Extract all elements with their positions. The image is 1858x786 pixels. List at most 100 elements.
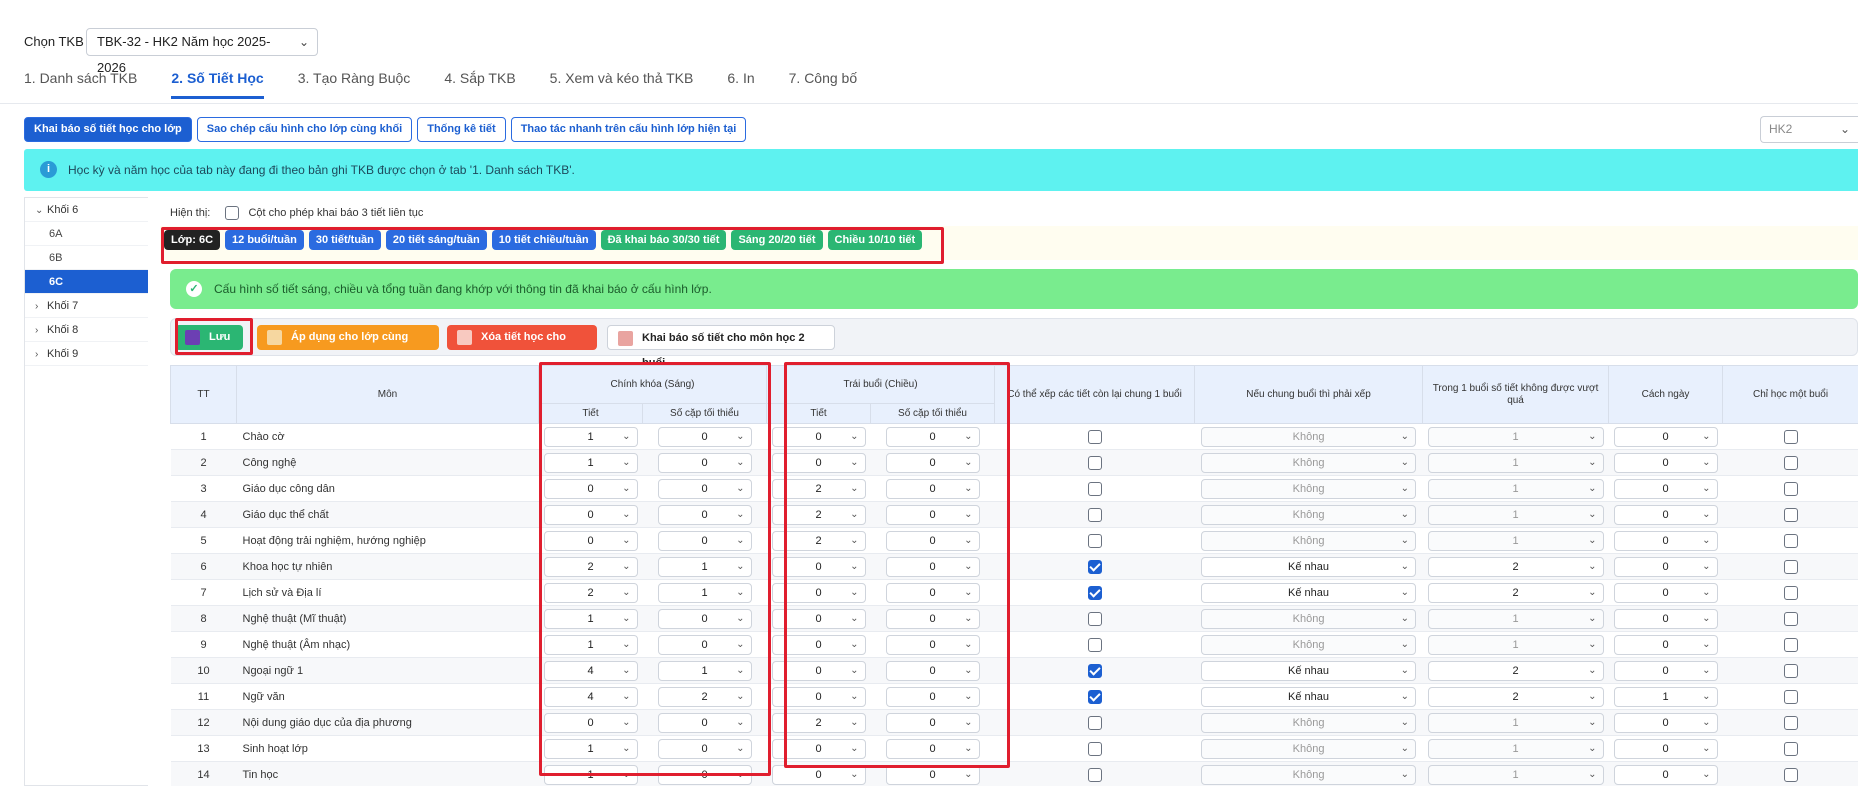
tab-sap-tkb[interactable]: 4. Sắp TKB [444, 70, 515, 99]
delete-periods-button[interactable]: Xóa tiết học cho lớp [447, 325, 597, 368]
same-session-checkbox[interactable] [1087, 663, 1102, 678]
subtab-thong-ke[interactable]: Thống kê tiết [417, 117, 506, 142]
cell [994, 475, 1195, 502]
tab-so-tiet-hoc[interactable]: 2. Số Tiết Học [171, 70, 264, 99]
same-session-checkbox[interactable] [1087, 533, 1102, 548]
same-session-checkbox[interactable] [1087, 689, 1102, 704]
single-session-checkbox[interactable] [1783, 481, 1798, 496]
max-periods-select[interactable]: 1 ⌄ [1427, 738, 1604, 759]
tree-item-khoi-6[interactable]: ⌄ Khối 6 [25, 198, 148, 222]
tab-tao-rang-buoc[interactable]: 3. Tạo Ràng Buộc [298, 70, 411, 99]
arrangement-select[interactable]: Kế nhau ⌄ [1201, 686, 1417, 707]
single-session-checkbox[interactable] [1783, 507, 1798, 522]
same-session-checkbox[interactable] [1087, 507, 1102, 522]
same-session-checkbox[interactable] [1087, 637, 1102, 652]
single-session-checkbox[interactable] [1783, 637, 1798, 652]
day-gap-select[interactable]: 1 ⌄ [1613, 686, 1718, 707]
tkb-select[interactable]: TBK-32 - HK2 Năm học 2025-2026 ⌄ [86, 28, 318, 75]
arrangement-select[interactable]: Không ⌄ [1201, 764, 1417, 785]
arrangement-select[interactable]: Không ⌄ [1201, 608, 1417, 629]
display-option-label: Cột cho phép khai báo 3 tiết liên tục [248, 206, 424, 219]
same-session-checkbox[interactable] [1087, 455, 1102, 470]
same-session-checkbox[interactable] [1087, 741, 1102, 756]
arrangement-select[interactable]: Kế nhau ⌄ [1201, 582, 1417, 603]
single-session-checkbox[interactable] [1783, 741, 1798, 756]
arrangement-select[interactable]: Không ⌄ [1201, 452, 1417, 473]
single-session-checkbox[interactable] [1783, 715, 1798, 730]
max-periods-select[interactable]: 1 ⌄ [1427, 634, 1604, 655]
same-session-checkbox[interactable] [1087, 767, 1102, 782]
day-gap-select[interactable]: 0 ⌄ [1613, 530, 1718, 551]
subtab-thao-tac-nhanh[interactable]: Thao tác nhanh trên cấu hình lớp hiện tạ… [510, 117, 747, 142]
col-header-vuot: Trong 1 buổi số tiết không được vượt quá [1422, 365, 1610, 424]
subtab-sao-chep[interactable]: Sao chép cấu hình cho lớp cùng khối [196, 117, 413, 142]
day-gap-select[interactable]: 0 ⌄ [1613, 478, 1718, 499]
max-periods-select[interactable]: 1 ⌄ [1427, 608, 1604, 629]
arrangement-select[interactable]: Không ⌄ [1201, 426, 1417, 447]
max-periods-select[interactable]: 2 ⌄ [1427, 660, 1604, 681]
single-session-checkbox[interactable] [1783, 585, 1798, 600]
semester-select[interactable]: HK2 ⌄ [1760, 116, 1858, 143]
arrangement-select[interactable]: Không ⌄ [1201, 504, 1417, 525]
tree-item-6c[interactable]: 6C [25, 270, 148, 294]
max-periods-select[interactable]: 1 ⌄ [1427, 530, 1604, 551]
day-gap-select[interactable]: 0 ⌄ [1613, 556, 1718, 577]
max-periods-select[interactable]: 1 ⌄ [1427, 478, 1604, 499]
chevron-right-icon: › [35, 325, 39, 336]
arrangement-select[interactable]: Kế nhau ⌄ [1201, 660, 1417, 681]
same-session-checkbox[interactable] [1087, 715, 1102, 730]
tab-danh-sach-tkb[interactable]: 1. Danh sách TKB [24, 70, 137, 99]
same-session-checkbox[interactable] [1087, 559, 1102, 574]
same-session-checkbox[interactable] [1087, 611, 1102, 626]
same-session-checkbox[interactable] [1087, 481, 1102, 496]
max-periods-select[interactable]: 1 ⌄ [1427, 452, 1604, 473]
single-session-checkbox[interactable] [1783, 533, 1798, 548]
day-gap-select[interactable]: 0 ⌄ [1613, 452, 1718, 473]
tree-item-khoi-7[interactable]: › Khối 7 [25, 294, 148, 318]
day-gap-select[interactable]: 0 ⌄ [1613, 426, 1718, 447]
tab-in[interactable]: 6. In [727, 70, 754, 99]
arrangement-select[interactable]: Không ⌄ [1201, 712, 1417, 733]
chevron-down-icon: ⌄ [1588, 664, 1597, 676]
day-gap-select[interactable]: 0 ⌄ [1613, 608, 1718, 629]
single-session-checkbox[interactable] [1783, 663, 1798, 678]
tree-item-6b[interactable]: 6B [25, 246, 148, 270]
max-periods-select[interactable]: 2 ⌄ [1427, 582, 1604, 603]
max-periods-select[interactable]: 1 ⌄ [1427, 712, 1604, 733]
tree-item-khoi-8[interactable]: › Khối 8 [25, 318, 148, 342]
day-gap-select[interactable]: 0 ⌄ [1613, 634, 1718, 655]
single-session-checkbox[interactable] [1783, 767, 1798, 782]
max-periods-select[interactable]: 1 ⌄ [1427, 504, 1604, 525]
single-session-checkbox[interactable] [1783, 429, 1798, 444]
same-session-checkbox[interactable] [1087, 429, 1102, 444]
tree-item-khoi-9[interactable]: › Khối 9 [25, 342, 148, 366]
same-session-checkbox[interactable] [1087, 585, 1102, 600]
arrangement-select[interactable]: Không ⌄ [1201, 634, 1417, 655]
max-periods-select[interactable]: 2 ⌄ [1427, 556, 1604, 577]
tab-xem-keo-tha[interactable]: 5. Xem và kéo thả TKB [550, 70, 694, 99]
arrangement-select[interactable]: Kế nhau ⌄ [1201, 556, 1417, 577]
apply-same-grade-button[interactable]: Áp dụng cho lớp cùng khối [257, 325, 439, 368]
tree-item-6a[interactable]: 6A [25, 222, 148, 246]
single-session-checkbox[interactable] [1783, 689, 1798, 704]
day-gap-select[interactable]: 0 ⌄ [1613, 738, 1718, 759]
day-gap-select[interactable]: 0 ⌄ [1613, 712, 1718, 733]
max-periods-select[interactable]: 1 ⌄ [1427, 426, 1604, 447]
subtab-khai-bao[interactable]: Khai báo số tiết học cho lớp [24, 117, 192, 142]
max-periods-select[interactable]: 1 ⌄ [1427, 764, 1604, 785]
day-gap-select[interactable]: 0 ⌄ [1613, 764, 1718, 785]
single-session-checkbox[interactable] [1783, 455, 1798, 470]
arrangement-select[interactable]: Không ⌄ [1201, 530, 1417, 551]
declare-two-session-button[interactable]: Khai báo số tiết cho môn học 2 buổi [607, 325, 835, 369]
chevron-down-icon: ⌄ [1400, 612, 1410, 624]
arrangement-select[interactable]: Không ⌄ [1201, 738, 1417, 759]
day-gap-select[interactable]: 0 ⌄ [1613, 582, 1718, 603]
consecutive-3-checkbox[interactable] [225, 206, 240, 220]
single-session-checkbox[interactable] [1783, 559, 1798, 574]
single-session-checkbox[interactable] [1783, 611, 1798, 626]
max-periods-select[interactable]: 2 ⌄ [1427, 686, 1604, 707]
day-gap-select[interactable]: 0 ⌄ [1613, 504, 1718, 525]
arrangement-select[interactable]: Không ⌄ [1201, 478, 1417, 499]
day-gap-select[interactable]: 0 ⌄ [1613, 660, 1718, 681]
tab-cong-bo[interactable]: 7. Công bố [789, 70, 858, 99]
